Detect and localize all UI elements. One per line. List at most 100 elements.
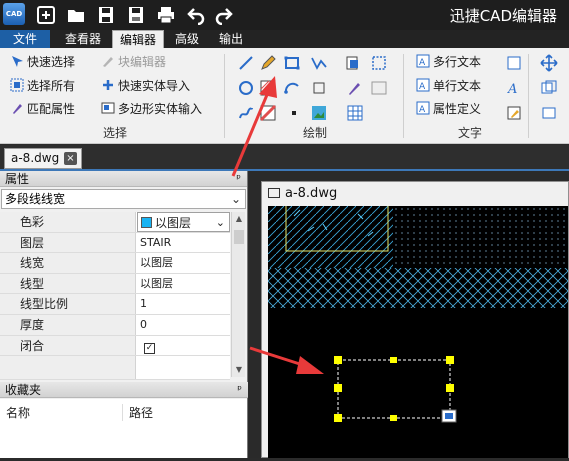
property-row-color: 色彩 以图层 ⌄	[0, 212, 230, 233]
region-icon[interactable]	[370, 54, 388, 72]
tab-advanced[interactable]: 高级	[168, 30, 206, 48]
table-icon[interactable]	[346, 104, 364, 122]
closed-checkbox[interactable]: ✓	[144, 342, 155, 354]
document-tab[interactable]: a-8.dwg ×	[4, 148, 82, 169]
favorites-panel: 收藏夹 ᵖ 名称 路径	[0, 382, 248, 458]
quick-select-icon	[12, 56, 23, 67]
grip-point[interactable]	[334, 414, 342, 422]
brush-icon	[13, 104, 22, 114]
property-name: 闭合	[0, 335, 136, 356]
line-icon[interactable]	[237, 54, 255, 72]
window-icon	[268, 188, 280, 198]
drawing-svg[interactable]	[268, 206, 568, 458]
svg-text:A: A	[419, 82, 426, 92]
favorites-header: 收藏夹 ᵖ	[0, 382, 248, 398]
single-line-text-button[interactable]: A 单行文本	[416, 76, 481, 96]
properties-scrollbar[interactable]: ▲ ▼	[231, 212, 245, 377]
grip-point[interactable]	[446, 356, 454, 364]
save-as-icon[interactable]	[126, 5, 146, 25]
select-all-icon	[10, 78, 24, 92]
herringbone-hatch-area	[268, 268, 568, 308]
property-row-thickness[interactable]: 厚度 0	[0, 314, 230, 336]
scrollbar-thumb[interactable]	[234, 230, 244, 244]
property-row-lineweight[interactable]: 线宽 以图层	[0, 253, 230, 274]
multiline-text-button[interactable]: A 多行文本	[416, 52, 481, 72]
arc-icon[interactable]	[283, 79, 301, 97]
property-row-linetype-scale[interactable]: 线型比例 1	[0, 294, 230, 315]
property-value[interactable]: STAIR	[137, 233, 230, 253]
tab-editor[interactable]: 编辑器	[112, 30, 164, 48]
scroll-up-icon[interactable]: ▲	[232, 212, 246, 226]
print-icon[interactable]	[156, 5, 176, 25]
tab-output[interactable]: 输出	[212, 30, 250, 48]
text-pencil-icon[interactable]	[505, 104, 523, 122]
add-icon[interactable]	[36, 5, 56, 25]
color-select[interactable]: 以图层 ⌄	[137, 212, 230, 232]
property-value[interactable]: 0	[137, 315, 230, 335]
chevron-down-icon: ⌄	[230, 192, 241, 206]
annotation-arrow-icon	[231, 76, 277, 177]
text-group-label: 文字	[457, 126, 482, 140]
scroll-down-icon[interactable]: ▼	[232, 363, 246, 377]
redo-icon[interactable]	[214, 5, 234, 25]
quick-select-button[interactable]: 快速选择	[10, 52, 75, 72]
grip-point[interactable]	[390, 415, 397, 421]
open-folder-icon[interactable]	[66, 5, 86, 25]
drawing-canvas[interactable]	[268, 206, 568, 458]
properties-title: 属性	[5, 172, 30, 186]
image-icon[interactable]	[370, 79, 388, 97]
select-all-label: 选择所有	[27, 79, 76, 93]
rectangle-icon[interactable]	[283, 54, 301, 72]
property-value[interactable]: 1	[137, 294, 230, 314]
insert-block-icon[interactable]	[344, 54, 362, 72]
close-tab-icon[interactable]: ×	[64, 152, 77, 165]
attribute-definition-button[interactable]: A 属性定义	[416, 99, 481, 119]
grip-point[interactable]	[390, 357, 397, 363]
pencil-icon[interactable]	[259, 54, 277, 72]
properties-panel: 属性 ᵖ 多段线线宽 ⌄ 色彩 以图层 ⌄ 图层 STAIR 线宽 以图层 线型 …	[0, 171, 248, 458]
property-name: 色彩	[0, 212, 136, 232]
match-properties-button[interactable]: 匹配属性	[10, 99, 75, 119]
rotate-icon[interactable]	[540, 104, 558, 122]
text-style-icon[interactable]	[505, 54, 523, 72]
quick-entity-import-button[interactable]: 快速实体导入	[101, 76, 190, 96]
select-all-button[interactable]: 选择所有	[10, 76, 75, 96]
wipeout-icon[interactable]	[310, 79, 328, 97]
raster-image-icon[interactable]	[310, 104, 328, 122]
brush-tool-icon[interactable]	[346, 79, 364, 97]
property-row-layer[interactable]: 图层 STAIR	[0, 232, 230, 254]
copy-icon[interactable]	[540, 79, 558, 97]
tab-file[interactable]: 文件	[0, 30, 50, 48]
ribbon-tabs: 文件 查看器 编辑器 高级 输出	[0, 30, 569, 48]
drawing-window-titlebar: a-8.dwg	[262, 182, 568, 206]
block-editor-button[interactable]: 块编辑器	[101, 52, 166, 72]
column-header-path[interactable]: 路径	[122, 404, 153, 421]
property-row-linetype[interactable]: 线型 以图层	[0, 273, 230, 295]
save-icon[interactable]	[96, 5, 116, 25]
property-value[interactable]: 以图层	[137, 274, 230, 294]
block-editor-label: 块编辑器	[118, 55, 167, 69]
property-value[interactable]: 以图层	[137, 253, 230, 273]
color-value: 以图层	[155, 216, 192, 230]
grip-point[interactable]	[446, 384, 454, 392]
chevron-down-icon: ⌄	[215, 216, 225, 229]
polyline-icon[interactable]	[310, 54, 328, 72]
object-type-select[interactable]: 多段线线宽 ⌄	[1, 189, 246, 209]
column-header-name[interactable]: 名称	[6, 404, 30, 421]
grip-point[interactable]	[334, 356, 342, 364]
grip-point[interactable]	[334, 384, 342, 392]
tab-viewer[interactable]: 查看器	[58, 30, 108, 48]
selected-rectangle[interactable]	[337, 359, 451, 419]
property-row-closed[interactable]: 闭合 ✓	[0, 335, 230, 357]
closed-checkbox-cell[interactable]: ✓	[137, 336, 230, 356]
property-name-empty	[0, 356, 136, 380]
polygon-entity-input-button[interactable]: 多边形实体输入	[101, 99, 202, 119]
property-name: 图层	[0, 232, 136, 253]
move-icon[interactable]	[540, 54, 558, 72]
draw-group-label: 绘制	[302, 126, 327, 140]
pin-icon[interactable]: ᵖ	[237, 382, 242, 398]
text-edit-icon[interactable]: A	[505, 79, 523, 97]
undo-icon[interactable]	[186, 5, 206, 25]
point-icon[interactable]	[285, 104, 303, 122]
match-properties-label: 匹配属性	[27, 102, 76, 116]
